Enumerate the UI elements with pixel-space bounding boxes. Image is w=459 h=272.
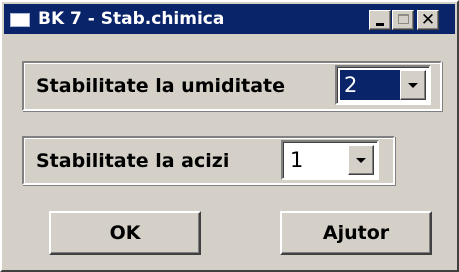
humidity-stability-value: 2 [340,70,400,100]
chevron-down-icon[interactable] [400,70,426,100]
humidity-stability-select[interactable]: 2 [335,65,431,105]
help-button[interactable]: Ajutor [280,211,432,255]
chevron-down-icon[interactable] [348,145,374,175]
close-icon: ✕ [420,10,436,30]
ok-button[interactable]: OK [49,211,201,255]
humidity-stability-group: Stabilitate la umiditate 2 [22,61,442,111]
dialog-window: BK 7 - Stab.chimica ✕ Stabilitate la umi… [0,0,459,272]
window-icon [10,13,30,27]
maximize-icon [398,14,409,24]
close-button[interactable]: ✕ [417,10,439,30]
acid-stability-select[interactable]: 1 [281,140,379,180]
minimize-icon [376,23,384,26]
acid-stability-group: Stabilitate la acizi 1 [22,136,395,185]
humidity-stability-label: Stabilitate la umiditate [36,75,285,97]
title-bar[interactable]: BK 7 - Stab.chimica ✕ [4,4,455,34]
maximize-button [392,10,414,30]
acid-stability-label: Stabilitate la acizi [36,150,230,172]
window-title: BK 7 - Stab.chimica [38,9,225,29]
acid-stability-value: 1 [290,148,304,172]
minimize-button[interactable] [369,10,391,30]
